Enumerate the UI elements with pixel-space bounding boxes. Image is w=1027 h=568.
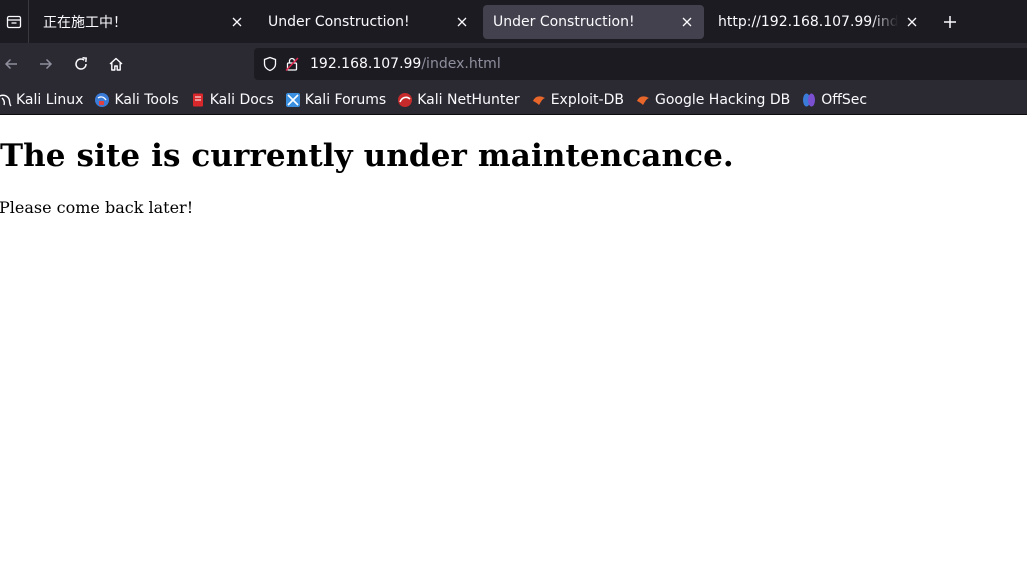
tab-zh-construction[interactable]: 正在施工中！ xyxy=(33,5,254,39)
tab-list-icon xyxy=(6,15,22,28)
bookmark-label: Google Hacking DB xyxy=(654,91,791,108)
kali-docs-icon xyxy=(190,92,206,108)
bookmark-kali-nethunter[interactable]: Kali NetHunter xyxy=(397,88,520,112)
url-host: 192.168.107.99 xyxy=(310,56,422,72)
bookmark-kali-tools[interactable]: Kali Tools xyxy=(94,88,179,112)
bookmark-label: Kali Linux xyxy=(16,91,84,108)
bookmark-exploit-db[interactable]: Exploit-DB xyxy=(531,88,624,112)
reload-icon xyxy=(75,57,88,70)
bookmark-offsec[interactable]: OffSec xyxy=(801,88,867,112)
offsec-icon xyxy=(801,92,817,108)
tab-title: Under Construction! xyxy=(268,13,410,30)
exploit-db-icon xyxy=(531,92,547,108)
close-tab-icon[interactable] xyxy=(680,15,694,29)
bookmark-kali-docs[interactable]: Kali Docs xyxy=(190,88,274,112)
tab-index-url[interactable]: http://192.168.107.99/index.h xyxy=(708,5,929,39)
url-path: /index.html xyxy=(421,56,501,72)
tab-title: Under Construction! xyxy=(493,13,635,30)
arrow-right-icon xyxy=(40,58,53,70)
list-all-tabs-button[interactable] xyxy=(0,0,29,43)
bookmark-label: OffSec xyxy=(821,91,868,108)
tab-strip: 正在施工中！ Under Construction! Under Constru… xyxy=(0,0,1027,43)
bookmark-label: Kali NetHunter xyxy=(417,91,520,108)
close-tab-icon[interactable] xyxy=(230,15,244,29)
url-bar[interactable]: 192.168.107.99/index.html xyxy=(254,48,1027,80)
arrow-left-icon xyxy=(4,58,17,70)
bookmark-kali-linux[interactable]: Kali Linux xyxy=(0,88,83,112)
bookmark-kali-forums[interactable]: Kali Forums xyxy=(285,88,386,112)
forward-button[interactable] xyxy=(30,48,62,80)
tracking-protection-shield-icon[interactable] xyxy=(262,56,278,72)
tab-title: 正在施工中！ xyxy=(43,14,127,31)
bookmark-label: Kali Forums xyxy=(304,91,387,108)
page-content: The site is currently under maintencance… xyxy=(0,116,1027,568)
bookmark-label: Kali Docs xyxy=(209,91,274,108)
insecure-lock-icon[interactable] xyxy=(284,56,300,72)
close-tab-icon[interactable] xyxy=(455,15,469,29)
home-icon xyxy=(109,57,123,71)
kali-tools-icon xyxy=(94,92,110,108)
tab-under-construction-1[interactable]: Under Construction! xyxy=(258,5,479,39)
plus-icon xyxy=(944,15,956,28)
back-button[interactable] xyxy=(0,48,27,80)
reload-button[interactable] xyxy=(65,48,97,80)
new-tab-button[interactable] xyxy=(933,5,967,39)
navigation-toolbar: 192.168.107.99/index.html xyxy=(0,43,1027,85)
kali-nethunter-icon xyxy=(397,92,413,108)
bookmark-google-hacking-db[interactable]: Google Hacking DB xyxy=(635,88,790,112)
tab-under-construction-2[interactable]: Under Construction! xyxy=(483,4,704,39)
kali-dragon-icon xyxy=(0,92,12,108)
ghdb-icon xyxy=(635,92,651,108)
bookmark-label: Kali Tools xyxy=(114,91,179,108)
bookmarks-toolbar: Kali Linux Kali Tools Kali Docs Kali For… xyxy=(0,85,1027,115)
kali-forums-icon xyxy=(285,92,301,108)
close-tab-icon[interactable] xyxy=(905,15,919,29)
page-heading: The site is currently under maintencance… xyxy=(0,138,734,174)
page-message: Please come back later! xyxy=(0,198,194,217)
url-text[interactable]: 192.168.107.99/index.html xyxy=(310,56,501,72)
bookmark-label: Exploit-DB xyxy=(550,91,624,108)
home-button[interactable] xyxy=(100,48,132,80)
tab-title: http://192.168.107.99/index.h xyxy=(718,13,898,30)
